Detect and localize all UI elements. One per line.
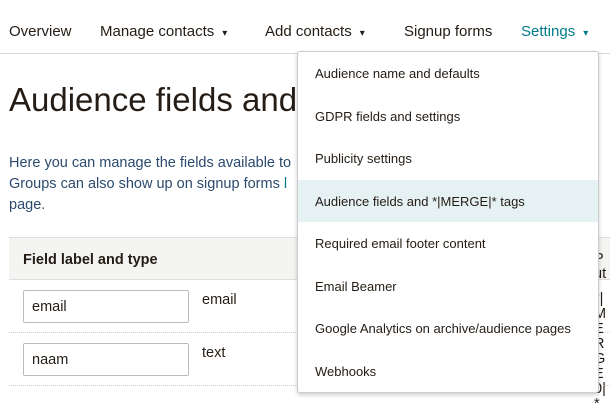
top-nav: Overview Manage contacts ▾ Add contacts ▾ … <box>0 0 610 54</box>
menu-item-email-beamer[interactable]: Email Beamer <box>298 265 598 308</box>
nav-add-contacts[interactable]: Add contacts ▾ <box>265 23 365 40</box>
field-label-input[interactable] <box>23 343 189 376</box>
field-label-input[interactable] <box>23 290 189 323</box>
nav-manage-contacts[interactable]: Manage contacts ▾ <box>100 23 227 40</box>
chevron-down-icon: ▾ <box>222 28 228 39</box>
field-type: text <box>202 345 226 361</box>
menu-item-publicity[interactable]: Publicity settings <box>298 137 598 180</box>
menu-item-audience-name[interactable]: Audience name and defaults <box>298 52 598 95</box>
menu-item-audience-fields[interactable]: Audience fields and *|MERGE|* tags <box>298 179 598 222</box>
chevron-down-icon: ▾ <box>359 28 365 39</box>
menu-item-webhooks[interactable]: Webhooks <box>298 350 598 393</box>
desc-line: Groups can also show up on signup forms <box>9 176 284 192</box>
chevron-down-icon: ▾ <box>583 28 589 39</box>
nav-signup-forms[interactable]: Signup forms <box>404 23 492 40</box>
field-type: email <box>202 292 237 308</box>
nav-label: Manage contacts <box>100 23 215 40</box>
menu-item-google-analytics[interactable]: Google Analytics on archive/audience pag… <box>298 307 598 350</box>
settings-dropdown-menu: Audience name and defaults GDPR fields a… <box>297 51 599 393</box>
nav-label: Add contacts <box>265 23 352 40</box>
desc-link[interactable]: l <box>284 176 287 192</box>
menu-item-email-footer[interactable]: Required email footer content <box>298 222 598 265</box>
column-header: Field label and type <box>23 252 158 268</box>
desc-line: page. <box>9 197 46 213</box>
nav-settings[interactable]: Settings ▾ <box>521 23 588 40</box>
menu-item-gdpr[interactable]: GDPR fields and settings <box>298 95 598 138</box>
page-description: Here you can manage the fields available… <box>9 153 309 216</box>
desc-line: Here you can manage the fields available… <box>9 155 292 171</box>
nav-label: Settings <box>521 23 576 40</box>
nav-overview[interactable]: Overview <box>9 23 72 40</box>
